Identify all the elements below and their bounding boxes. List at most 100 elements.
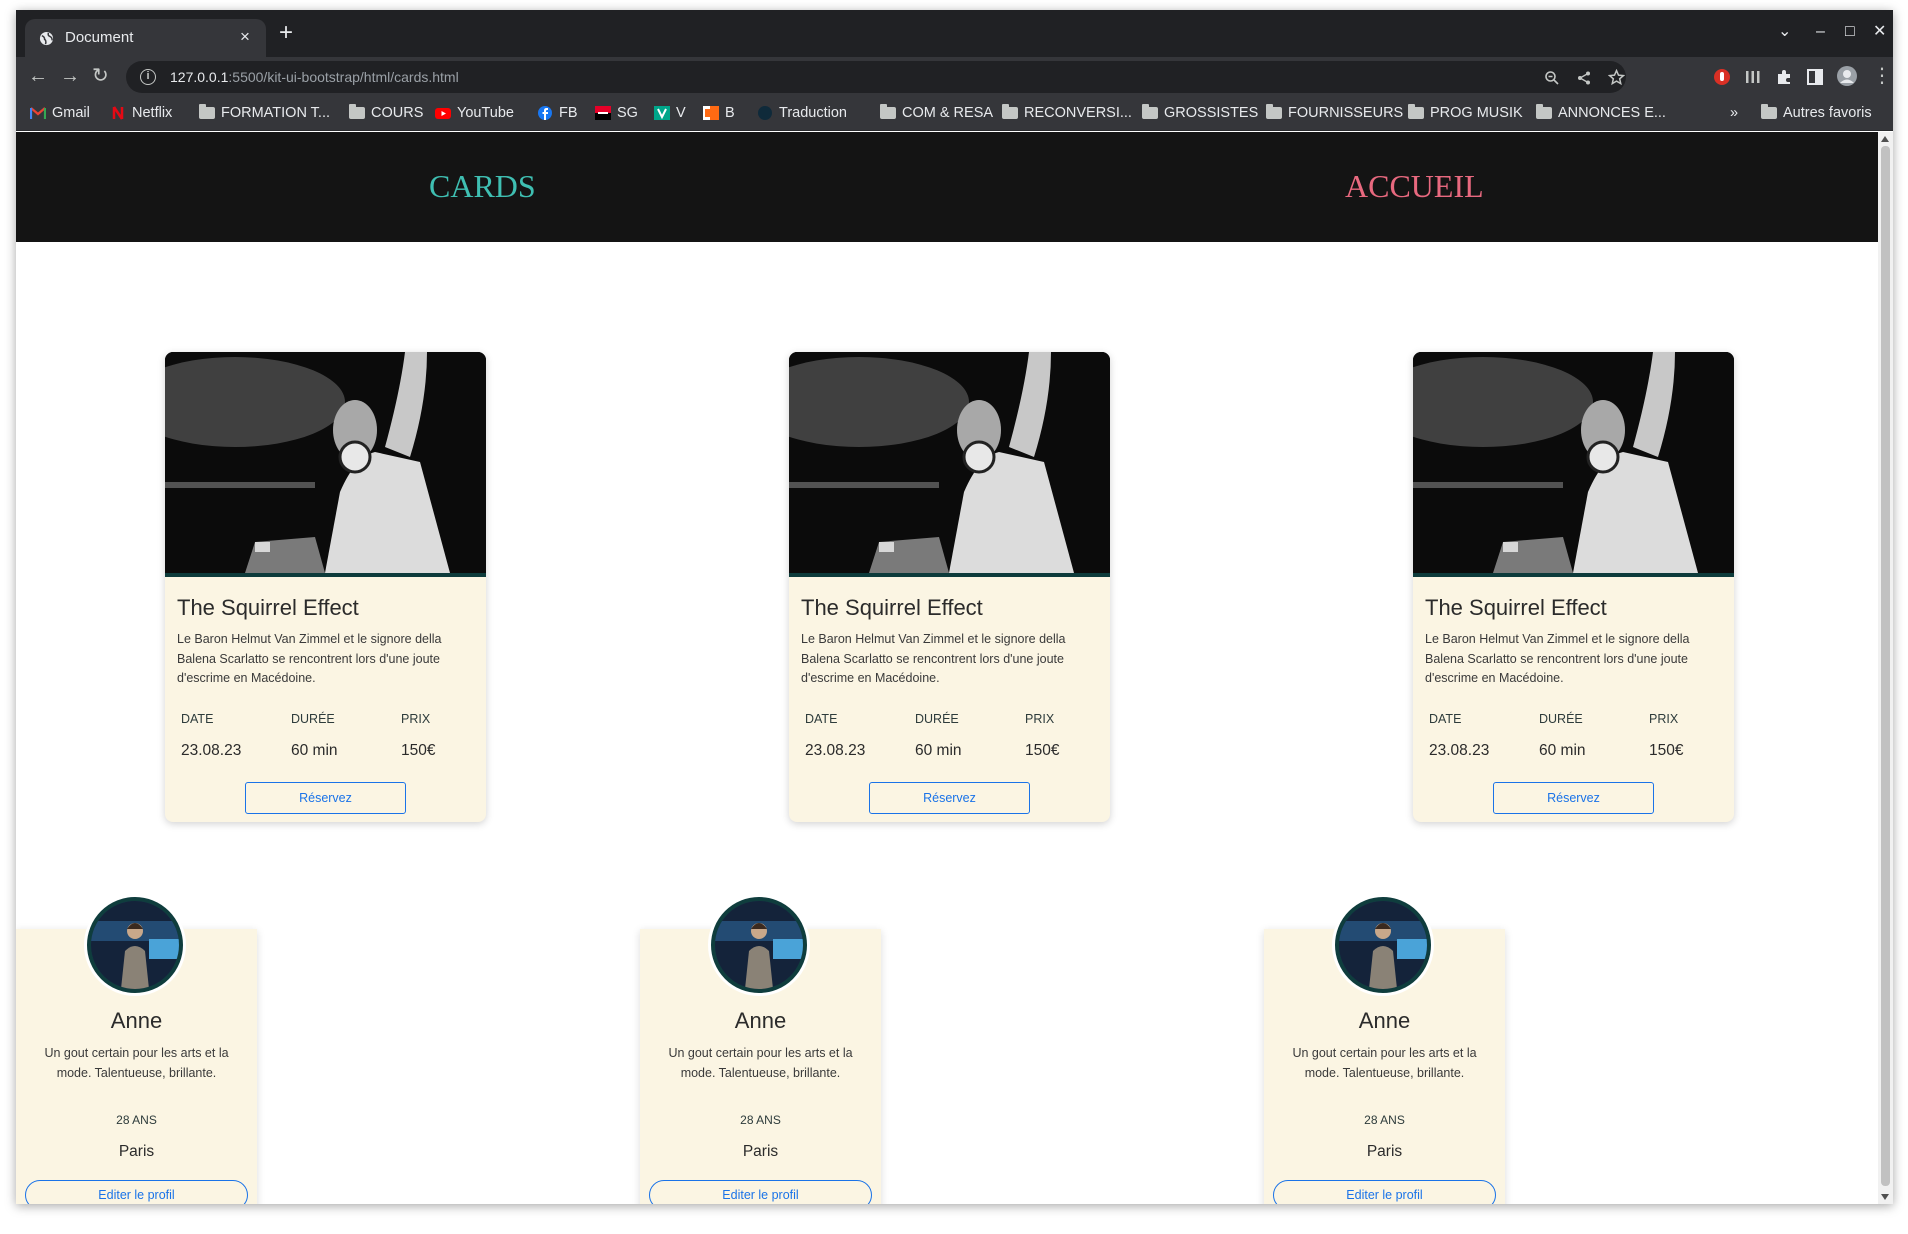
- event-photo: [1413, 352, 1734, 577]
- edit-profile-button[interactable]: Editer le profil: [1273, 1180, 1496, 1204]
- youtube-icon: [435, 108, 451, 119]
- share-icon[interactable]: [1576, 70, 1592, 86]
- profile-age: 28 ANS: [1364, 1113, 1405, 1127]
- date-label: DATE: [1429, 712, 1462, 726]
- profile-name: Anne: [110, 1008, 163, 1033]
- bookmark-formation[interactable]: FORMATION T...: [199, 104, 330, 121]
- bookmark-com-resa[interactable]: COM & RESA: [880, 104, 993, 121]
- reserve-button[interactable]: Réservez: [1493, 782, 1654, 814]
- price-value: 150€: [1649, 742, 1684, 759]
- price-label: PRIX: [401, 712, 431, 726]
- event-description: Le Baron Helmut Van Zimmel et le signore…: [1425, 632, 1690, 685]
- edit-profile-button[interactable]: Editer le profil: [649, 1180, 872, 1204]
- reserve-button[interactable]: Réservez: [869, 782, 1030, 814]
- scrollbar-thumb[interactable]: [1881, 146, 1890, 1186]
- bookmark-sg[interactable]: SG: [595, 105, 638, 121]
- edit-profile-button[interactable]: Editer le profil: [25, 1180, 248, 1204]
- b-icon: [703, 106, 719, 120]
- folder-icon: [880, 104, 896, 119]
- profile-description: Un gout certain pour les arts et la mode…: [44, 1046, 229, 1080]
- back-icon[interactable]: ←: [28, 65, 48, 87]
- bookmark-annonces[interactable]: ANNONCES E...: [1536, 104, 1666, 121]
- side-panel-icon[interactable]: [1805, 67, 1825, 87]
- tab-search-chevron-icon[interactable]: ⌄: [1778, 22, 1791, 42]
- price-label: PRIX: [1649, 712, 1679, 726]
- profile-description: Un gout certain pour les arts et la mode…: [1292, 1046, 1477, 1080]
- extension-bars-icon[interactable]: [1743, 67, 1763, 87]
- extensions-puzzle-icon[interactable]: [1774, 67, 1794, 87]
- forward-icon[interactable]: →: [60, 65, 80, 87]
- bookmark-fb[interactable]: FB: [537, 105, 578, 121]
- page-scrollbar[interactable]: [1878, 132, 1893, 1204]
- globe-icon: [39, 31, 54, 46]
- bookmarks-bar: Gmail Netflix FORMATION T... COURS YouTu…: [16, 97, 1893, 131]
- url-text[interactable]: 127.0.0.1:5500/kit-ui-bootstrap/html/car…: [170, 69, 459, 85]
- nav-link-accueil[interactable]: ACCUEIL: [1345, 168, 1484, 205]
- extension-red-icon[interactable]: [1712, 67, 1732, 87]
- browser-window: Document × + ⌄ – □ ✕ ← → ↻ i 127.0.0.1:5…: [16, 10, 1893, 1204]
- bookmark-reconversion[interactable]: RECONVERSI...: [1002, 104, 1132, 121]
- zoom-icon[interactable]: [1544, 70, 1560, 86]
- profile-name: Anne: [1358, 1008, 1411, 1033]
- date-value: 23.08.23: [181, 742, 242, 759]
- price-label: PRIX: [1025, 712, 1055, 726]
- reload-icon[interactable]: ↻: [92, 65, 109, 87]
- profile-city: Paris: [1366, 1143, 1403, 1160]
- facebook-icon: [538, 106, 552, 120]
- new-tab-button[interactable]: +: [279, 21, 293, 45]
- event-title: The Squirrel Effect: [801, 595, 983, 620]
- bookmark-prog-musik[interactable]: PROG MUSIK: [1408, 104, 1523, 121]
- folder-icon: [199, 104, 215, 119]
- bookmark-other-favorites[interactable]: Autres favoris: [1761, 104, 1872, 121]
- bookmark-netflix[interactable]: Netflix: [110, 105, 172, 121]
- profile-avatar: [711, 897, 807, 993]
- page-viewport: CARDS ACCUEIL The Squirrel Effect Le Bar…: [16, 132, 1878, 1204]
- maximize-icon[interactable]: □: [1845, 22, 1855, 42]
- bookmark-traduction[interactable]: Traduction: [757, 105, 847, 121]
- profile-photo-image: [1339, 901, 1427, 989]
- scroll-down-arrow-icon[interactable]: [1881, 1194, 1889, 1200]
- price-value: 150€: [1025, 742, 1060, 759]
- event-card: The Squirrel Effect Le Baron Helmut Van …: [789, 352, 1110, 822]
- url-path: :5500/kit-ui-bootstrap/html/cards.html: [228, 69, 459, 85]
- bookmark-fournisseurs[interactable]: FOURNISSEURS: [1266, 104, 1403, 121]
- event-info-labels: DATE DURÉE PRIX: [1429, 712, 1734, 726]
- browser-menu-icon[interactable]: ⋮: [1872, 65, 1892, 87]
- tab-document[interactable]: Document ×: [25, 19, 266, 57]
- dj-photo-image: [789, 352, 1110, 573]
- address-bar[interactable]: i 127.0.0.1:5500/kit-ui-bootstrap/html/c…: [126, 61, 1626, 93]
- star-icon[interactable]: [1608, 69, 1625, 86]
- profile-photo-image: [715, 901, 803, 989]
- scroll-up-arrow-icon[interactable]: [1881, 136, 1889, 142]
- bookmark-v[interactable]: V: [654, 105, 686, 121]
- date-value: 23.08.23: [805, 742, 866, 759]
- bookmarks-overflow-button[interactable]: »: [1730, 105, 1738, 121]
- folder-icon: [1002, 104, 1018, 119]
- bookmark-cours[interactable]: COURS: [349, 104, 423, 121]
- profile-avatar-icon[interactable]: [1836, 65, 1858, 87]
- bookmark-grossistes[interactable]: GROSSISTES: [1142, 104, 1258, 121]
- date-value: 23.08.23: [1429, 742, 1490, 759]
- reserve-button[interactable]: Réservez: [245, 782, 406, 814]
- event-description: Le Baron Helmut Van Zimmel et le signore…: [177, 632, 442, 685]
- bookmark-youtube[interactable]: YouTube: [435, 105, 514, 121]
- event-info-values: 23.08.23 60 min 150€: [805, 742, 1110, 760]
- event-info-labels: DATE DURÉE PRIX: [805, 712, 1110, 726]
- profile-name: Anne: [734, 1008, 787, 1033]
- minimize-icon[interactable]: –: [1816, 22, 1825, 42]
- close-tab-icon[interactable]: ×: [240, 27, 250, 47]
- nav-link-cards[interactable]: CARDS: [429, 168, 536, 205]
- folder-icon: [1266, 104, 1282, 119]
- event-card: The Squirrel Effect Le Baron Helmut Van …: [165, 352, 486, 822]
- tab-strip: Document × + ⌄ – □ ✕: [16, 10, 1893, 57]
- double-chevron-icon: »: [1730, 105, 1739, 121]
- duration-label: DURÉE: [915, 712, 959, 726]
- site-navbar: CARDS ACCUEIL: [16, 132, 1878, 242]
- site-info-icon[interactable]: i: [140, 69, 156, 85]
- bookmark-gmail[interactable]: Gmail: [30, 105, 90, 121]
- dj-photo-image: [165, 352, 486, 573]
- event-info-values: 23.08.23 60 min 150€: [181, 742, 486, 760]
- close-window-icon[interactable]: ✕: [1873, 22, 1886, 42]
- bookmark-b[interactable]: B: [703, 105, 735, 121]
- duration-value: 60 min: [1539, 742, 1586, 759]
